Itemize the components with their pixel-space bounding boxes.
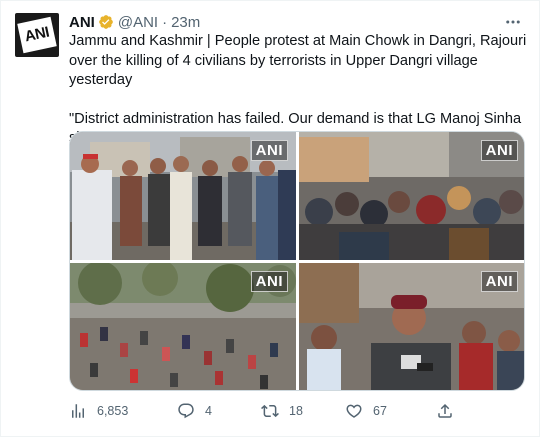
views-count: 6,853: [97, 404, 129, 418]
photo-1[interactable]: ANI: [70, 132, 296, 260]
separator-dot: ·: [162, 13, 168, 31]
tweet-header: ANI @ANI · 23m: [69, 12, 200, 32]
ani-watermark: ANI: [480, 140, 518, 161]
reply-icon: [178, 403, 194, 419]
photo-4[interactable]: ANI: [299, 263, 524, 390]
display-name[interactable]: ANI: [69, 14, 95, 31]
retweet-button[interactable]: 18: [261, 401, 303, 421]
retweet-count: 18: [289, 404, 303, 418]
ani-watermark: ANI: [250, 140, 288, 161]
handle[interactable]: @ANI: [118, 14, 158, 31]
share-button[interactable]: [436, 401, 464, 421]
ani-watermark: ANI: [480, 271, 518, 292]
tweet-text-line-1: Jammu and Kashmir | People protest at Ma…: [69, 33, 527, 88]
share-icon: [438, 403, 452, 418]
photo-3[interactable]: ANI: [70, 263, 296, 390]
timestamp[interactable]: 23m: [171, 14, 200, 31]
ani-watermark: ANI: [250, 271, 288, 292]
tweet-actions: 6,853 4 18 67: [69, 401, 469, 423]
like-icon: [346, 404, 362, 418]
retweet-icon: [261, 404, 279, 418]
photo-2[interactable]: ANI: [299, 132, 524, 260]
like-count: 67: [373, 404, 387, 418]
reply-button[interactable]: 4: [177, 401, 212, 421]
views-button[interactable]: 6,853: [69, 401, 128, 421]
reply-count: 4: [205, 404, 212, 418]
views-icon: [72, 404, 84, 418]
like-button[interactable]: 67: [345, 401, 387, 421]
avatar[interactable]: ANI: [15, 13, 59, 57]
tweet[interactable]: ANI ANI @ANI · 23m Jammu and Kashmir | P…: [0, 0, 540, 437]
verified-badge-icon: [99, 15, 113, 29]
media-grid: ANI ANI ANI ANI: [69, 131, 525, 391]
more-options-icon[interactable]: [503, 13, 523, 31]
ani-logo: ANI: [17, 16, 57, 54]
